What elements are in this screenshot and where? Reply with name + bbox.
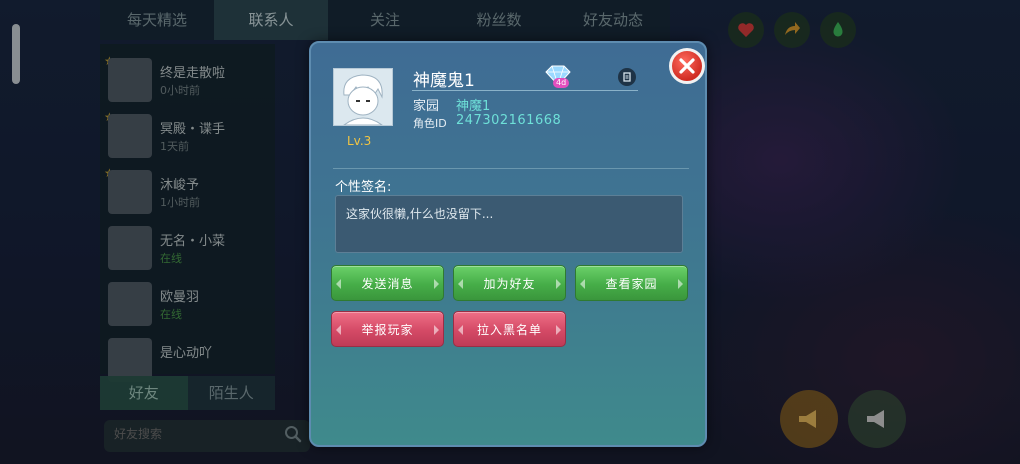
role-id-value: 247302161668 [456,113,562,128]
home-value: 神魔1 [456,99,491,114]
copy-button[interactable] [618,68,636,86]
home-label: 家园 [413,99,440,114]
character-avatar-icon [334,69,392,125]
player-avatar[interactable] [333,68,393,126]
add-to-blacklist-button[interactable]: 拉入黑名单 [453,311,566,347]
player-level: Lv.3 [347,134,372,148]
player-name: 神魔鬼1 [413,71,475,91]
vip-badge: 4d [543,63,573,89]
signature-text: 这家伙很懒,什么也没留下... [346,207,494,221]
section-divider [333,168,689,169]
copy-icon [623,72,631,82]
vip-badge-text: 4d [553,78,570,88]
player-profile-dialog: Lv.3 神魔鬼1 4d 家园 神魔1 角色ID 247302161668 个性… [309,41,707,447]
view-home-button[interactable]: 查看家园 [575,265,688,301]
report-player-button[interactable]: 举报玩家 [331,311,444,347]
close-button[interactable] [669,48,705,84]
send-message-button[interactable]: 发送消息 [331,265,444,301]
close-icon [679,58,695,74]
role-id-label: 角色ID [413,117,447,130]
signature-box: 这家伙很懒,什么也没留下... [335,195,683,253]
signature-label: 个性签名: [335,180,392,195]
name-underline [412,90,638,91]
add-friend-button[interactable]: 加为好友 [453,265,566,301]
